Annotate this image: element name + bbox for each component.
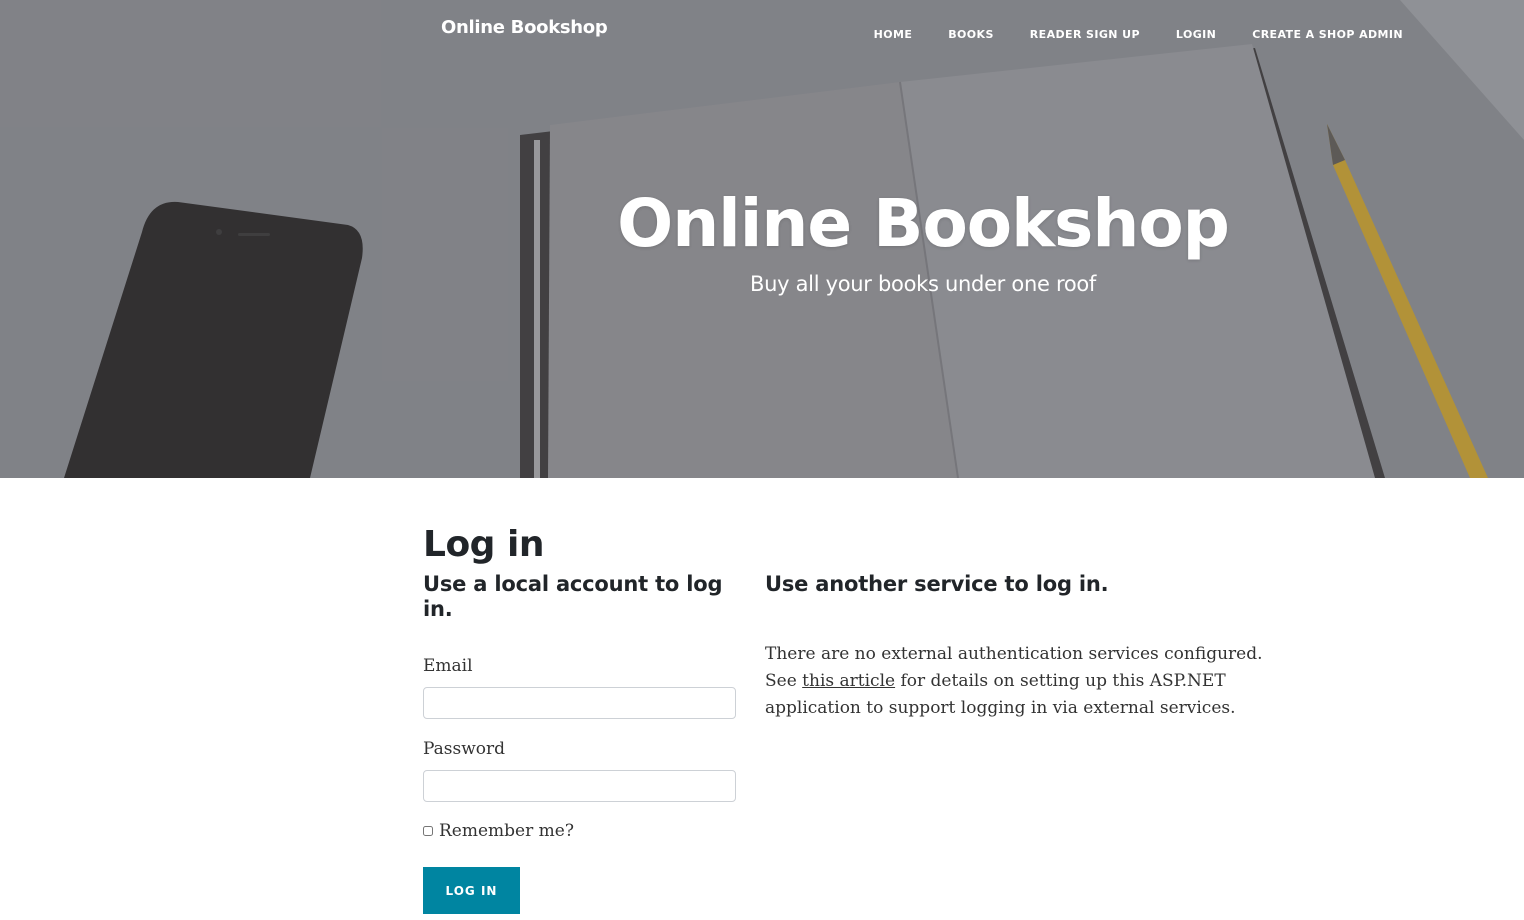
nav-item-login: LOGIN xyxy=(1176,23,1216,42)
hero-header: Online Bookshop HOME BOOKS READER SIGN U… xyxy=(0,0,1524,478)
email-input[interactable] xyxy=(423,687,736,719)
navbar-brand-link[interactable]: Online Bookshop xyxy=(441,17,608,38)
external-services-message: There are no external authentication ser… xyxy=(765,641,1265,722)
page-title: Log in xyxy=(423,524,544,565)
nav-link-login[interactable]: LOGIN xyxy=(1176,28,1216,41)
top-navbar: Online Bookshop HOME BOOKS READER SIGN U… xyxy=(0,0,1524,60)
password-label: Password xyxy=(423,739,506,759)
nav-item-reader-sign-up: READER SIGN UP xyxy=(1030,23,1140,42)
nav-link-home[interactable]: HOME xyxy=(874,28,913,41)
remember-me-label: Remember me? xyxy=(439,821,574,841)
local-account-heading: Use a local account to log in. xyxy=(423,572,723,621)
remember-me-row: Remember me? xyxy=(423,821,574,841)
password-input[interactable] xyxy=(423,770,736,802)
nav-link-reader-sign-up[interactable]: READER SIGN UP xyxy=(1030,28,1140,41)
main-content: Log in Use a local account to log in. Em… xyxy=(0,478,1524,920)
nav-item-create-shop-admin: CREATE A SHOP ADMIN xyxy=(1252,23,1403,42)
nav-menu: HOME BOOKS READER SIGN UP LOGIN CREATE A… xyxy=(874,23,1403,42)
login-button[interactable]: LOG IN xyxy=(423,867,520,914)
nav-item-home: HOME xyxy=(874,23,913,42)
this-article-link[interactable]: this article xyxy=(802,671,895,691)
nav-item-books: BOOKS xyxy=(948,23,994,42)
remember-me-checkbox[interactable] xyxy=(423,826,433,836)
email-label: Email xyxy=(423,656,473,676)
hero-title: Online Bookshop xyxy=(617,185,1230,262)
external-service-heading: Use another service to log in. xyxy=(765,572,1109,596)
hero-subtitle: Buy all your books under one roof xyxy=(749,272,1097,296)
nav-link-create-shop-admin[interactable]: CREATE A SHOP ADMIN xyxy=(1252,28,1403,41)
nav-link-books[interactable]: BOOKS xyxy=(948,28,994,41)
